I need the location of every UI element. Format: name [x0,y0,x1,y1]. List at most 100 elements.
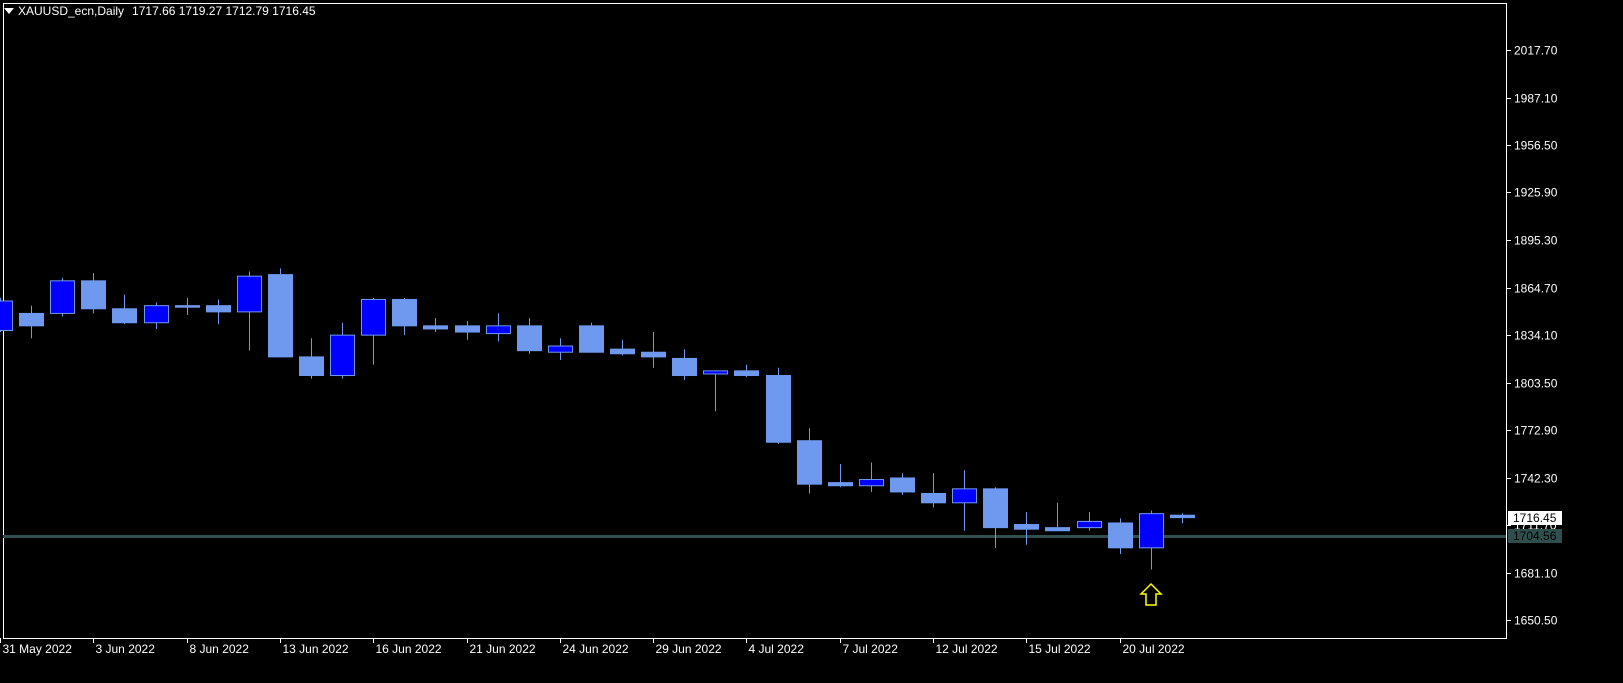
candle[interactable] [237,271,262,351]
candle-body [455,325,480,333]
price-chart[interactable]: 2017.70 1987.10 1956.50 1925.90 1895.30 1864.… [0,0,1623,683]
candle[interactable] [1170,513,1195,524]
candle[interactable] [112,294,137,325]
y-axis-tick-label: 1681.10 [1514,567,1558,581]
candle-body [1014,524,1039,530]
x-axis-tick-label: 16 Jun 2022 [376,642,442,656]
current-price-label: 1716.45 [1513,511,1557,525]
candle[interactable] [579,322,604,353]
candle[interactable] [734,364,759,378]
x-axis-tick-label: 24 Jun 2022 [563,642,629,656]
candle-body [486,325,511,335]
candle[interactable] [81,273,106,314]
candle-body [0,300,13,331]
candle[interactable] [828,463,853,488]
candle-body [641,351,666,358]
chart-canvas[interactable]: 2017.70 1987.10 1956.50 1925.90 1895.30 1864.… [0,0,1623,683]
y-axis-tick-label: 1956.50 [1514,139,1558,153]
candle-body [81,280,106,310]
candle[interactable] [921,473,946,508]
candle[interactable] [1077,512,1102,531]
candle[interactable] [19,305,44,339]
candle[interactable] [890,473,915,496]
x-axis-tick-label: 7 Jul 2022 [843,642,899,656]
candle[interactable] [268,268,293,358]
candle-body [144,305,169,324]
candle[interactable] [641,332,666,368]
y-axis-tick-label: 1864.70 [1514,282,1558,296]
candle[interactable] [797,428,822,494]
candle[interactable] [703,370,728,412]
x-axis-tick-label: 15 Jul 2022 [1029,642,1091,656]
candle[interactable] [206,299,231,325]
candle[interactable] [1139,510,1164,570]
symbol-label: XAUUSD_ecn,Daily [18,4,125,18]
candle[interactable] [486,313,511,342]
candle[interactable] [455,321,480,340]
candle-body [517,325,542,352]
candle-body [579,325,604,353]
dropdown-triangle-icon[interactable] [4,7,14,14]
candle-body [361,298,386,336]
y-axis-tick-label: 1650.50 [1514,614,1558,628]
candle-body [548,345,573,353]
x-axis-tick-label: 20 Jul 2022 [1123,642,1185,656]
candle-body [237,275,262,313]
chart-header: XAUUSD_ecn,Daily 1717.66 1719.27 1712.79 … [4,4,316,18]
candle[interactable] [672,349,697,381]
candle[interactable] [952,470,977,531]
x-axis-tick-label: 8 Jun 2022 [190,642,250,656]
x-axis-tick-label: 31 May 2022 [3,642,73,656]
plot-frame [3,3,1507,639]
candle[interactable] [1014,512,1039,545]
horizontal-line[interactable] [3,535,1506,538]
y-axis-tick-label: 2017.70 [1514,44,1558,58]
candle-body [50,280,75,314]
candle[interactable] [330,322,355,379]
hline-price-label: 1704.56 [1513,529,1557,543]
candle[interactable] [361,297,386,365]
candle[interactable] [392,297,417,336]
candle[interactable] [766,367,791,444]
candle-body [423,325,448,330]
candle[interactable] [423,318,448,333]
candle-body [330,334,355,377]
y-axis-tick-label: 1987.10 [1514,92,1558,106]
candle-body [19,312,44,327]
y-axis-tick-label: 1803.50 [1514,377,1558,391]
candle-body [392,298,417,327]
candle[interactable] [983,487,1008,548]
x-axis-tick-label: 12 Jul 2022 [936,642,998,656]
candle[interactable] [517,318,542,354]
candle[interactable] [299,338,324,379]
candle-body [206,305,231,313]
candle-body [890,477,915,493]
candle-body [610,348,635,355]
candle[interactable] [175,297,200,315]
candle[interactable] [1045,502,1070,532]
x-axis-tick-label: 21 Jun 2022 [470,642,536,656]
y-axis-tick-label: 1772.90 [1514,424,1558,438]
ohlc-values: 1717.66 1719.27 1712.79 1716.45 [132,4,316,18]
candle[interactable] [548,338,573,360]
candle[interactable] [610,339,635,356]
x-axis-tick-label: 29 Jun 2022 [656,642,722,656]
candle[interactable] [50,277,75,317]
x-axis-tick-label: 4 Jul 2022 [749,642,805,656]
candle-body [983,488,1008,529]
candle-body [734,370,759,377]
candle-body [299,356,324,377]
candle-body [797,440,822,485]
candle-body [766,375,791,443]
candle-body [1045,527,1070,532]
candle[interactable] [144,302,169,329]
candle-body [828,482,853,487]
candle[interactable] [859,462,884,492]
candle-body [1108,522,1133,549]
candle-body [1139,513,1164,549]
x-axis-tick-label: 13 Jun 2022 [283,642,349,656]
candle[interactable] [1108,518,1133,555]
candle[interactable] [0,297,13,333]
up-arrow-icon[interactable] [1139,582,1163,606]
candle-body [952,488,977,504]
